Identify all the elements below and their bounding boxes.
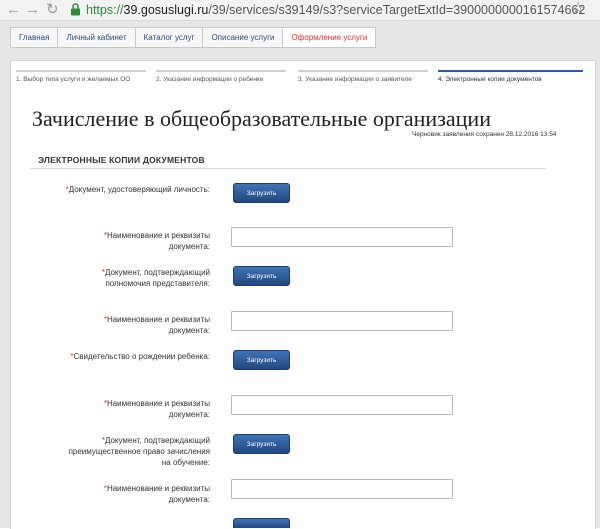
forward-arrow-icon[interactable]: → [25,1,40,19]
upload-identity-button[interactable]: Загрузить [233,183,290,203]
page-title: Зачисление в общеобразовательные организ… [32,106,491,131]
label-line: документа: [168,410,210,419]
section-divider [30,168,546,169]
breadcrumb-home[interactable]: Главная [10,27,59,48]
url-scheme: https:// [86,3,124,17]
label-line: документа: [168,326,210,335]
label-line: документа: [168,495,210,504]
doc-priority-label: *Документ, подтверждающий преимущественно… [69,435,210,468]
step-2[interactable]: 2. Указание информации о ребенке [156,70,286,92]
label-line: документа: [168,242,210,251]
doc-identity-name-label: *Наименование и реквизиты документа: [104,230,210,252]
url-field[interactable]: https://39.gosuslugi.ru/39/services/s391… [86,2,585,18]
doc-authority-name-label: *Наименование и реквизиты документа: [104,314,210,336]
label-line: Документ, подтверждающий [104,436,210,445]
breadcrumb-cabinet[interactable]: Личный кабинет [57,27,136,48]
label-line: Наименование и реквизиты [106,399,210,408]
label-line: Наименование и реквизиты [106,231,210,240]
doc-priority-name-label: *Наименование и реквизиты документа: [104,483,210,505]
url-host: 39.gosuslugi.ru [123,3,209,17]
breadcrumb-description[interactable]: Описание услуги [202,27,284,48]
doc-identity-label: *Документ, удостоверяющий личность: [66,184,210,195]
lock-icon [71,3,80,16]
doc-birth-label: *Свидетельство о рождении ребенка: [70,351,210,362]
breadcrumb-current: Оформление услуги [282,27,377,48]
breadcrumb-catalog[interactable]: Каталог услуг [134,27,204,48]
birth-name-input[interactable] [231,395,453,415]
label-line: Наименование и реквизиты [106,484,210,493]
step-1[interactable]: 1. Выбор типа услуги и желаемых ОО [16,70,146,92]
breadcrumb: Главная Личный кабинет Каталог услуг Опи… [10,27,377,48]
step-4: 4. Электронные копии документов [438,70,583,92]
doc-authority-label: *Документ, подтверждающий полномочия пред… [102,267,210,289]
upload-authority-button[interactable]: Загрузить [233,266,290,286]
wizard-steps: 1. Выбор типа услуги и желаемых ОО 2. Ук… [16,70,586,86]
back-arrow-icon[interactable]: ← [6,1,21,19]
label-line: на обучение: [161,458,210,467]
label-line: преимущественное право зачисления [68,447,210,456]
label-line: Документ, подтверждающий [104,268,210,277]
label-line: полномочия представителя: [105,279,210,288]
draft-status: Черновик заявления сохранен 28.12.2016 1… [412,131,557,138]
upload-birth-button[interactable]: Загрузить [233,350,290,370]
url-path: /39/services/s39149/s3?serviceTargetExtI… [208,3,586,17]
bookmark-star-icon[interactable]: ☆ [571,0,585,18]
label-line: Документ, удостоверяющий личность: [68,185,210,194]
label-line: Свидетельство о рождении ребенка: [73,352,210,361]
identity-name-input[interactable] [231,227,453,247]
priority-name-input[interactable] [231,479,453,499]
step-3[interactable]: 3. Указание информации о заявителе [298,70,428,92]
reload-icon[interactable]: ↻ [46,1,59,19]
section-title: ЭЛЕКТРОННЫЕ КОПИИ ДОКУМЕНТОВ [38,155,205,165]
label-line: Наименование и реквизиты [106,315,210,324]
upload-next-button[interactable] [233,518,290,528]
browser-address-bar: ← → ↻ https://39.gosuslugi.ru/39/service… [0,0,600,21]
authority-name-input[interactable] [231,311,453,331]
upload-priority-button[interactable]: Загрузить [233,434,290,454]
doc-birth-name-label: *Наименование и реквизиты документа: [104,398,210,420]
